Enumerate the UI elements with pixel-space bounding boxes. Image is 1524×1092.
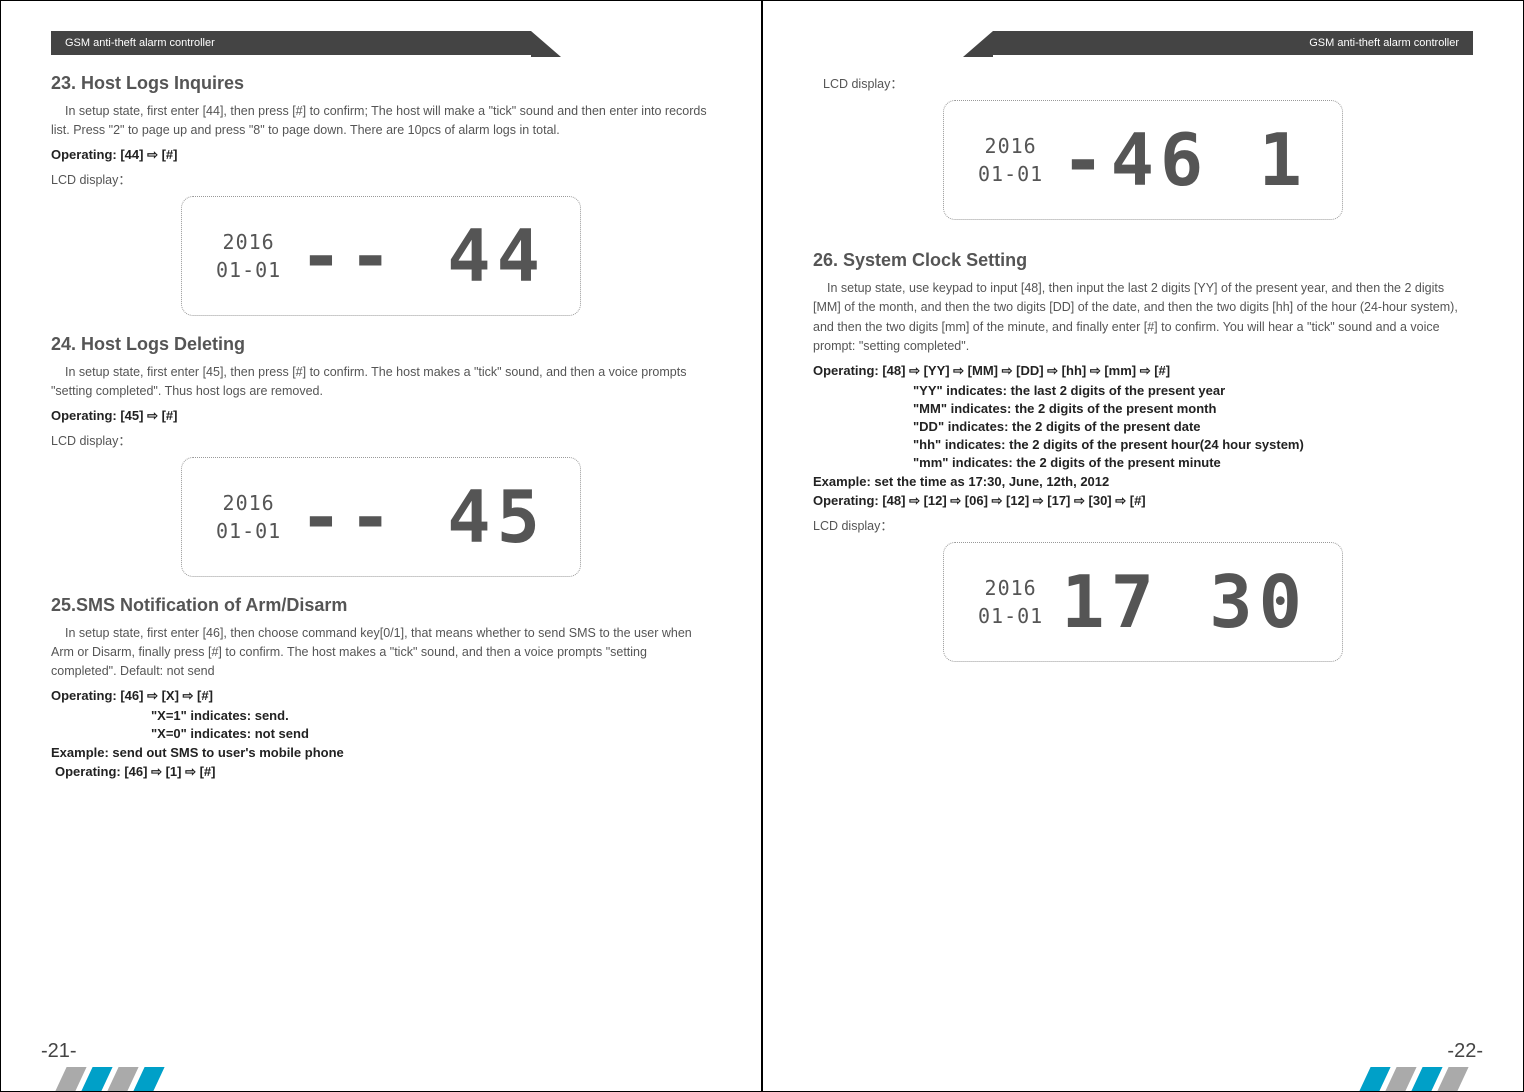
section-26-example: Example: set the time as 17:30, June, 12… — [813, 474, 1473, 489]
section-23: 23. Host Logs Inquires In setup state, f… — [51, 73, 711, 316]
lcd-big-26: 17 30 — [1061, 560, 1308, 644]
lcd-date: 01-01 — [216, 519, 281, 543]
section-26-lcd-label: LCD display： — [813, 515, 1473, 534]
lcd-big-23: -- 44 — [299, 214, 546, 298]
lcd-screen-26: 2016 01-01 17 30 — [943, 542, 1343, 662]
lcd-big-24: -- 45 — [299, 475, 546, 559]
lcd-screen-23: 2016 01-01 -- 44 — [181, 196, 581, 316]
lcd-screen-25: 2016 01-01 -46 1 — [943, 100, 1343, 220]
lcd-date: 01-01 — [978, 162, 1043, 186]
section-24-title: 24. Host Logs Deleting — [51, 334, 711, 355]
section-25-operating: Operating: [46] ⇨ [X] ⇨ [#] — [51, 688, 711, 704]
lcd-big-25: -46 1 — [1061, 118, 1308, 202]
page-number-left: -21- — [41, 1040, 77, 1063]
section-24-operating: Operating: [45] ⇨ [#] — [51, 408, 711, 424]
section-25-x0: "X=0" indicates: not send — [51, 726, 711, 741]
section-26-title: 26. System Clock Setting — [813, 250, 1473, 271]
page-right: GSM anti-theft alarm controller LCD disp… — [762, 0, 1524, 1092]
section-25-example: Example: send out SMS to user's mobile p… — [51, 745, 711, 760]
lcd-year: 2016 — [223, 230, 275, 254]
section-23-body: In setup state, first enter [44], then p… — [51, 102, 711, 141]
section-26-hh: "hh" indicates: the 2 digits of the pres… — [813, 437, 1473, 452]
section-25-title: 25.SMS Notification of Arm/Disarm — [51, 595, 711, 616]
section-24-lcd-label: LCD display： — [51, 430, 711, 449]
section-23-operating: Operating: [44] ⇨ [#] — [51, 147, 711, 163]
lcd-screen-24: 2016 01-01 -- 45 — [181, 457, 581, 577]
section-25-operating2: Operating: [46] ⇨ [1] ⇨ [#] — [51, 764, 711, 780]
section-26-operating: Operating: [48] ⇨ [YY] ⇨ [MM] ⇨ [DD] ⇨ [… — [813, 363, 1473, 379]
page-number-right: -22- — [1447, 1040, 1483, 1063]
header-left: GSM anti-theft alarm controller — [51, 31, 531, 55]
section-23-title: 23. Host Logs Inquires — [51, 73, 711, 94]
lcd-year: 2016 — [223, 491, 275, 515]
section-25: 25.SMS Notification of Arm/Disarm In set… — [51, 595, 711, 780]
footer-stripes-left — [61, 1067, 159, 1091]
section-25-body: In setup state, first enter [46], then c… — [51, 624, 711, 682]
lcd-date: 01-01 — [978, 604, 1043, 628]
section-26-yy: "YY" indicates: the last 2 digits of the… — [813, 383, 1473, 398]
section-24-body: In setup state, first enter [45], then p… — [51, 363, 711, 402]
section-26: 26. System Clock Setting In setup state,… — [813, 250, 1473, 662]
lcd-year: 2016 — [985, 134, 1037, 158]
section-26-body: In setup state, use keypad to input [48]… — [813, 279, 1473, 357]
section-26-mm: "MM" indicates: the 2 digits of the pres… — [813, 401, 1473, 416]
section-26-operating2: Operating: [48] ⇨ [12] ⇨ [06] ⇨ [12] ⇨ [… — [813, 493, 1473, 509]
section-23-lcd-label: LCD display： — [51, 169, 711, 188]
section-25-x1: "X=1" indicates: send. — [51, 708, 711, 723]
section-26-mn: "mm" indicates: the 2 digits of the pres… — [813, 455, 1473, 470]
footer-stripes-right — [1365, 1067, 1463, 1091]
header-right: GSM anti-theft alarm controller — [993, 31, 1473, 55]
page-left: GSM anti-theft alarm controller 23. Host… — [0, 0, 762, 1092]
section-24: 24. Host Logs Deleting In setup state, f… — [51, 334, 711, 577]
lcd-date: 01-01 — [216, 258, 281, 282]
lcd-year: 2016 — [985, 576, 1037, 600]
section-26-dd: "DD" indicates: the 2 digits of the pres… — [813, 419, 1473, 434]
section-25-lcd-label: LCD display： — [813, 73, 1473, 92]
